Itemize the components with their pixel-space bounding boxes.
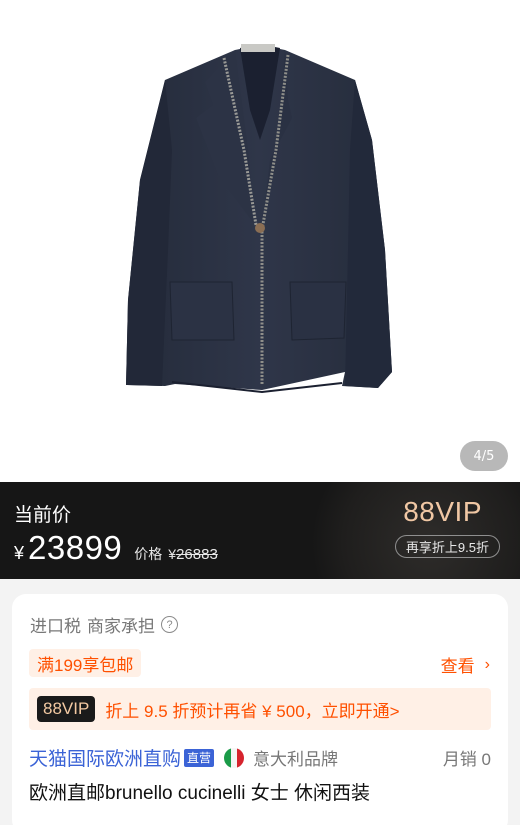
currency-symbol: ¥ [14,543,25,563]
product-title: 欧洲直邮brunello cucinelli 女士 休闲西装 [29,783,371,804]
price-banner: 当前价 ¥ 23899 价格 ¥ 26883 88VIP 再享折上9.5折 [0,482,520,579]
monthly-sales: 月销 0 [442,750,491,769]
original-price-label: 价格 [134,546,163,562]
product-info-card: 进口税 商家承担 ? 满199享包邮 查看 › 88VIP 折上 9.5 折预计… [12,594,508,825]
store-row: 天猫国际欧洲直购 直营 意大利品牌 月销 0 [29,744,491,771]
chevron-right-icon: › [484,655,490,673]
vip-offer-text: 折上 9.5 折预计再省 ¥ 500，立即开通> [105,701,400,721]
current-price: 23899 [28,529,123,566]
view-more-label: 查看 [440,657,475,676]
original-price: 26883 [176,546,218,563]
free-shipping-tag: 满199享包邮 [29,649,142,677]
italy-flag-icon [224,747,245,768]
product-image [126,44,392,394]
vip-title: 88VIP [403,496,482,527]
price-row: ¥ 23899 价格 ¥ 26883 [14,529,218,567]
vip-offer-strip[interactable]: 88VIP 折上 9.5 折预计再省 ¥ 500，立即开通> [29,688,491,730]
page-indicator: 4/5 [460,441,508,471]
brand-origin: 意大利品牌 [253,750,339,769]
import-tax-label: 进口税 [30,617,81,636]
help-icon[interactable]: ? [161,616,178,633]
vip-badge: 88VIP [37,696,96,722]
import-tax-line[interactable]: 进口税 商家承担 ? [30,612,178,637]
current-price-label: 当前价 [14,505,72,526]
vip-discount-pill[interactable]: 再享折上9.5折 [394,535,500,558]
view-more-link[interactable]: 查看 › [441,652,490,677]
import-tax-payer: 商家承担 [87,617,155,636]
direct-badge: 直营 [184,748,215,767]
original-currency-symbol: ¥ [168,546,177,562]
product-gallery[interactable]: 4/5 [0,0,520,482]
store-name-link[interactable]: 天猫国际欧洲直购 [29,744,181,771]
